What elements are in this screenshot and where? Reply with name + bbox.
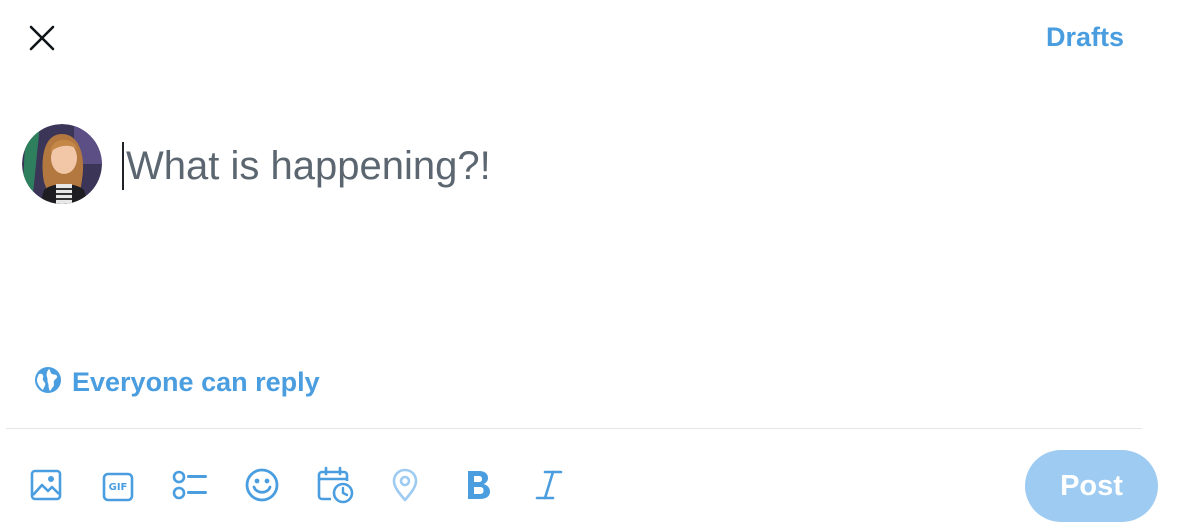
italic-button[interactable] (529, 467, 569, 507)
tag-location-button[interactable] (385, 467, 425, 507)
text-caret (122, 142, 124, 190)
globe-icon (34, 366, 62, 399)
image-icon (29, 468, 63, 507)
gif-icon-text: GIF (108, 481, 128, 493)
avatar[interactable] (22, 124, 102, 204)
poll-icon (171, 468, 209, 507)
avatar-image (22, 124, 102, 204)
reply-setting-label: Everyone can reply (72, 367, 320, 397)
add-poll-button[interactable] (170, 467, 210, 507)
add-media-button[interactable] (26, 467, 66, 507)
bold-button[interactable] (458, 467, 498, 507)
composer (122, 138, 1102, 194)
emoji-icon (244, 467, 280, 508)
location-icon (389, 467, 421, 508)
reply-setting-button[interactable]: Everyone can reply (34, 366, 320, 399)
drafts-button[interactable]: Drafts (1046, 22, 1124, 53)
schedule-icon (316, 466, 354, 509)
post-text-input[interactable] (126, 143, 1026, 189)
italic-icon (535, 468, 563, 507)
add-emoji-button[interactable] (242, 467, 282, 507)
gif-icon: GIF (102, 471, 134, 503)
bold-icon (464, 468, 492, 507)
close-button[interactable] (20, 18, 64, 62)
post-button[interactable]: Post (1025, 450, 1158, 522)
compose-post-dialog: Drafts What is happening?! Everyone can … (0, 0, 1180, 532)
close-icon (28, 24, 56, 57)
schedule-post-button[interactable] (315, 466, 355, 509)
add-gif-button[interactable]: GIF (98, 467, 138, 507)
toolbar-divider (6, 428, 1142, 429)
